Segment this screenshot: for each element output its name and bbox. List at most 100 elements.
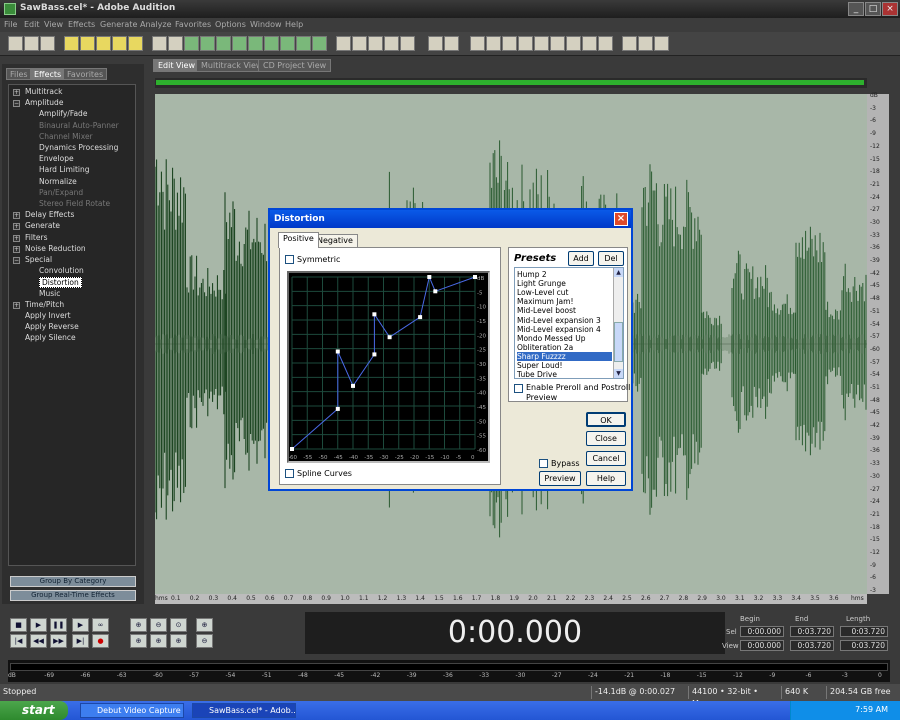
tree-item[interactable]: Apply Silence — [25, 333, 76, 342]
cancel-button[interactable]: Cancel — [586, 451, 626, 466]
bypass-checkbox[interactable] — [539, 459, 548, 468]
tree-item[interactable]: Binaural Auto-Panner — [39, 121, 119, 130]
toolbar-button-icon[interactable] — [8, 36, 23, 51]
tree-expander-icon[interactable]: + — [13, 223, 20, 231]
scroll-down-icon[interactable]: ▼ — [614, 369, 623, 378]
tree-item[interactable]: Normalize — [39, 177, 77, 186]
tree-item[interactable]: Filters — [25, 233, 47, 242]
preset-item[interactable]: Tube Drive — [517, 370, 612, 378]
menu-file[interactable]: File — [4, 20, 17, 29]
menu-generate[interactable]: Generate — [100, 20, 137, 29]
tree-item[interactable]: Amplify/Fade — [39, 109, 87, 118]
menu-view[interactable]: View — [44, 20, 63, 29]
enable-preroll-checkbox[interactable] — [514, 384, 523, 393]
toolbar-button-icon[interactable] — [312, 36, 327, 51]
task-debut-video-capture[interactable]: Debut Video Capture ... — [80, 703, 184, 718]
view-end-field[interactable]: 0:03.720 — [790, 640, 834, 651]
distortion-curve-graph[interactable]: -60-55-50-45-40-35-30-25-20-15-10-50dB-5… — [288, 273, 488, 461]
curve-control-point[interactable] — [290, 447, 294, 451]
sel-end-field[interactable]: 0:03.720 — [790, 626, 834, 637]
toolbar-button-icon[interactable] — [550, 36, 565, 51]
preset-item[interactable]: Hump 2 — [517, 270, 612, 279]
zoom-out-horizontal-button[interactable]: ⊖ — [150, 618, 167, 632]
tree-expander-icon[interactable]: + — [13, 89, 20, 96]
tree-item[interactable]: Time/Pitch — [25, 300, 64, 309]
toolbar-button-icon[interactable] — [582, 36, 597, 51]
tab-positive[interactable]: Positive — [278, 232, 319, 248]
preset-item[interactable]: Mondo Messed Up — [517, 334, 612, 343]
tab-effects[interactable]: Effects — [30, 68, 66, 80]
tab-cd-project-view[interactable]: CD Project View — [258, 59, 332, 72]
toolbar-button-icon[interactable] — [232, 36, 247, 51]
scroll-up-icon[interactable]: ▲ — [614, 268, 623, 277]
curve-control-point[interactable] — [372, 352, 377, 357]
toolbar-button-icon[interactable] — [352, 36, 367, 51]
toolbar-button-icon[interactable] — [216, 36, 231, 51]
fast-forward-button[interactable]: ▶▶ — [50, 634, 67, 648]
toolbar-button-icon[interactable] — [444, 36, 459, 51]
tree-item[interactable]: Envelope — [39, 154, 74, 163]
menu-options[interactable]: Options — [215, 20, 246, 29]
preset-item[interactable]: Super Loud! — [517, 361, 612, 370]
tab-files[interactable]: Files — [6, 68, 32, 80]
play-button[interactable]: ▶ — [30, 618, 47, 632]
toolbar-button-icon[interactable] — [24, 36, 39, 51]
tree-item[interactable]: Channel Mixer — [39, 132, 93, 141]
maximize-button[interactable]: □ — [865, 2, 881, 16]
help-button[interactable]: Help — [586, 471, 626, 486]
group-real-time-effects-button[interactable]: Group Real-Time Effects — [10, 590, 136, 601]
toolbar-button-icon[interactable] — [40, 36, 55, 51]
presets-scrollbar[interactable]: ▲ ▼ — [613, 268, 623, 378]
menu-help[interactable]: Help — [285, 20, 303, 29]
tree-item[interactable]: Distortion — [39, 277, 82, 289]
effects-tree[interactable]: + Multitrack − Amplitude Amplify/Fade Binaura… — [8, 84, 136, 566]
curve-control-point[interactable] — [335, 406, 340, 411]
toolbar-button-icon[interactable] — [486, 36, 501, 51]
record-button[interactable]: ● — [92, 634, 109, 648]
tree-item[interactable]: Special — [25, 255, 52, 264]
preset-item[interactable]: Maximum Jam! — [517, 297, 612, 306]
toolbar-button-icon[interactable] — [622, 36, 637, 51]
curve-control-point[interactable] — [433, 289, 438, 294]
curve-control-point[interactable] — [387, 335, 392, 340]
toolbar-button-icon[interactable] — [428, 36, 443, 51]
tree-item[interactable]: Noise Reduction — [25, 244, 86, 253]
zoom-out-vertical-button[interactable]: ⊖ — [196, 634, 213, 648]
view-begin-field[interactable]: 0:00.000 — [740, 640, 784, 651]
curve-control-point[interactable] — [418, 315, 423, 320]
tree-item[interactable]: Stereo Field Rotate — [39, 199, 110, 208]
zoom-right-button[interactable]: ⊕ — [150, 634, 167, 648]
presets-list[interactable]: Hump 2 Light Grunge Low-Level cut Maximum J… — [514, 267, 624, 379]
toolbar-button-icon[interactable] — [248, 36, 263, 51]
toolbar-button-icon[interactable] — [200, 36, 215, 51]
preset-item[interactable]: Mid-Level expansion 3 — [517, 316, 612, 325]
toolbar-button-icon[interactable] — [518, 36, 533, 51]
play-to-end-button[interactable]: ▶ — [72, 618, 89, 632]
toolbar-button-icon[interactable] — [128, 36, 143, 51]
toolbar-button-icon[interactable] — [64, 36, 79, 51]
preset-item[interactable]: Obliteration 2a — [517, 343, 612, 352]
tree-expander-icon[interactable]: − — [13, 100, 20, 108]
preset-item[interactable]: Mid-Level boost — [517, 306, 612, 315]
symmetric-checkbox[interactable] — [285, 255, 294, 264]
overview-bar[interactable] — [155, 78, 867, 88]
scroll-thumb[interactable] — [614, 322, 623, 362]
tree-expander-icon[interactable]: − — [13, 257, 20, 264]
tree-item[interactable]: Apply Invert — [25, 311, 71, 320]
toolbar-button-icon[interactable] — [184, 36, 199, 51]
zoom-selection-button[interactable]: ⊕ — [170, 634, 187, 648]
tree-expander-icon[interactable]: + — [13, 245, 20, 253]
toolbar-button-icon[interactable] — [168, 36, 183, 51]
toolbar-button-icon[interactable] — [502, 36, 517, 51]
go-to-end-button[interactable]: ▶| — [72, 634, 89, 648]
go-to-start-button[interactable]: |◀ — [10, 634, 27, 648]
tree-item[interactable]: Hard Limiting — [39, 165, 90, 174]
tab-multitrack-view[interactable]: Multitrack View — [196, 59, 268, 72]
toolbar-button-icon[interactable] — [598, 36, 613, 51]
toolbar-button-icon[interactable] — [280, 36, 295, 51]
menu-analyze[interactable]: Analyze — [140, 20, 172, 29]
preset-item[interactable]: Mid-Level expansion 4 — [517, 325, 612, 334]
curve-control-point[interactable] — [473, 275, 477, 279]
loop-button[interactable]: ∞ — [92, 618, 109, 632]
zoom-in-vertical-button[interactable]: ⊕ — [196, 618, 213, 632]
